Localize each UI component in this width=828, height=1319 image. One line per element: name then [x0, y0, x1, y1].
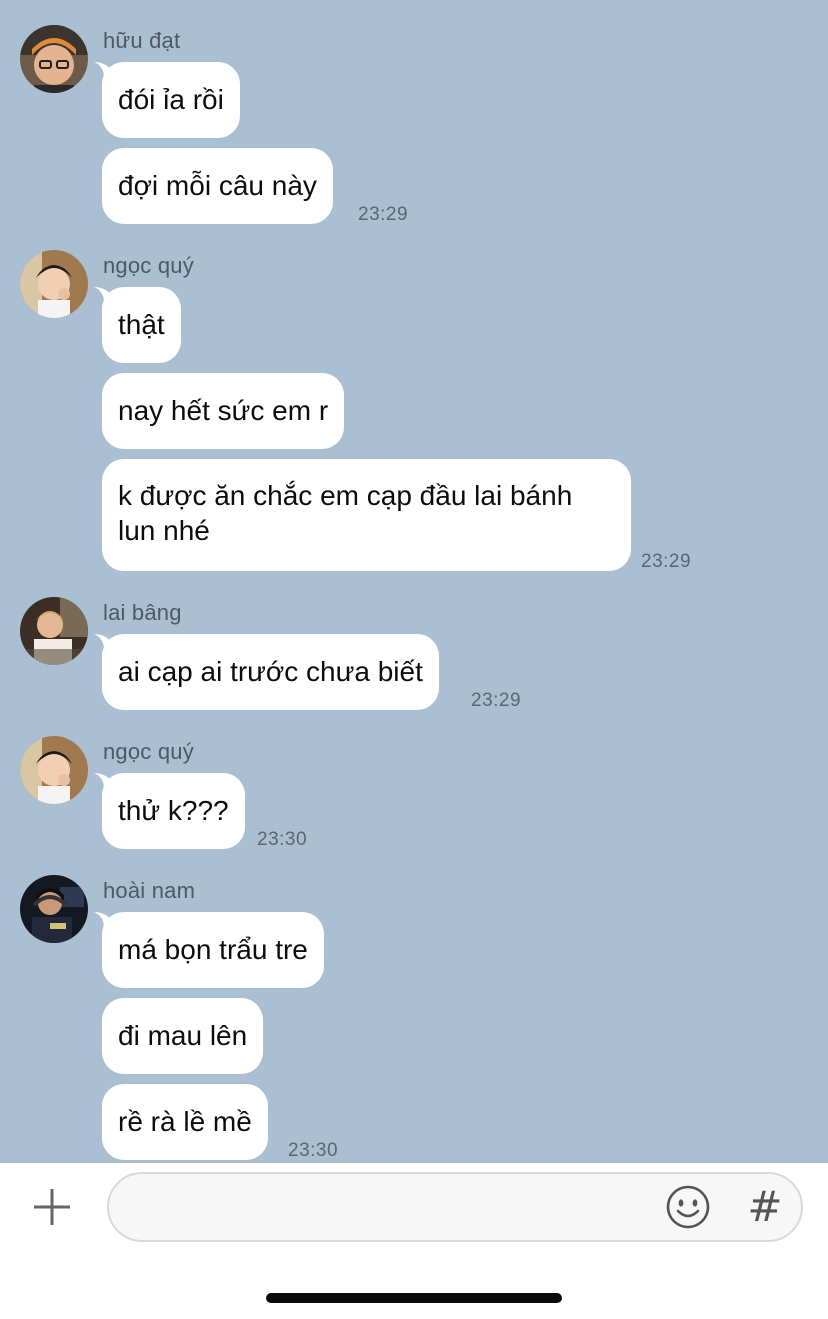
- emoji-icon: [666, 1185, 710, 1229]
- avatar-image: [20, 25, 88, 93]
- message-timestamp: 23:30: [257, 829, 308, 850]
- sender-name: hữu đạt: [103, 28, 181, 53]
- message-text: k được ăn chắc em cạp đầu lai bánh lun n…: [118, 480, 573, 546]
- hashtag-icon: #: [747, 1181, 783, 1231]
- avatar[interactable]: [20, 25, 88, 93]
- message-text: thật: [118, 309, 165, 340]
- message-text: nay hết sức em r: [118, 395, 329, 426]
- message-text: má bọn trẩu tre: [118, 934, 308, 965]
- message-text: thử k???: [118, 795, 229, 826]
- avatar-image: [20, 250, 88, 318]
- sender-name: hoài nam: [103, 878, 196, 903]
- emoji-button[interactable]: [665, 1184, 711, 1230]
- message-timestamp: 23:29: [471, 690, 522, 711]
- message-bubble[interactable]: thử k???: [102, 773, 245, 849]
- avatar[interactable]: [20, 736, 88, 804]
- message-bubble[interactable]: thật: [102, 287, 181, 363]
- message-text: ai cạp ai trước chưa biết: [118, 656, 423, 687]
- message-text: đói ỉa rồi: [118, 84, 224, 115]
- message-bubble[interactable]: nay hết sức em r: [102, 373, 345, 449]
- sender-name: lai bâng: [103, 600, 182, 625]
- home-indicator[interactable]: [266, 1293, 562, 1303]
- message-bubble[interactable]: đi mau lên: [102, 998, 264, 1074]
- sender-name: ngọc quý: [103, 739, 194, 764]
- avatar[interactable]: [20, 875, 88, 943]
- plus-button[interactable]: [28, 1183, 76, 1231]
- hashtag-button[interactable]: #: [745, 1180, 785, 1232]
- chat-area[interactable]: hữu đạt đói ỉa rồi đợi mỗi câu này 23:29…: [0, 0, 828, 1163]
- sender-name: ngọc quý: [103, 253, 194, 278]
- avatar-image: [20, 875, 88, 943]
- avatar-image: [20, 736, 88, 804]
- message-timestamp: 23:30: [288, 1140, 339, 1161]
- message-text: rề rà lề mề: [118, 1106, 252, 1137]
- avatar-image: [20, 597, 88, 665]
- message-timestamp: 23:29: [358, 204, 409, 225]
- avatar[interactable]: [20, 250, 88, 318]
- message-text: đợi mỗi câu này: [118, 170, 317, 201]
- message-bubble[interactable]: k được ăn chắc em cạp đầu lai bánh lun n…: [102, 459, 631, 571]
- message-bubble[interactable]: đợi mỗi câu này: [102, 148, 333, 224]
- avatar[interactable]: [20, 597, 88, 665]
- message-bubble[interactable]: ai cạp ai trước chưa biết: [102, 634, 439, 710]
- plus-icon: [34, 1189, 70, 1225]
- message-text: đi mau lên: [118, 1020, 248, 1051]
- message-bubble[interactable]: rề rà lề mề: [102, 1084, 268, 1160]
- message-bubble[interactable]: má bọn trẩu tre: [102, 912, 324, 988]
- message-timestamp: 23:29: [641, 551, 692, 572]
- message-bubble[interactable]: đói ỉa rồi: [102, 62, 240, 138]
